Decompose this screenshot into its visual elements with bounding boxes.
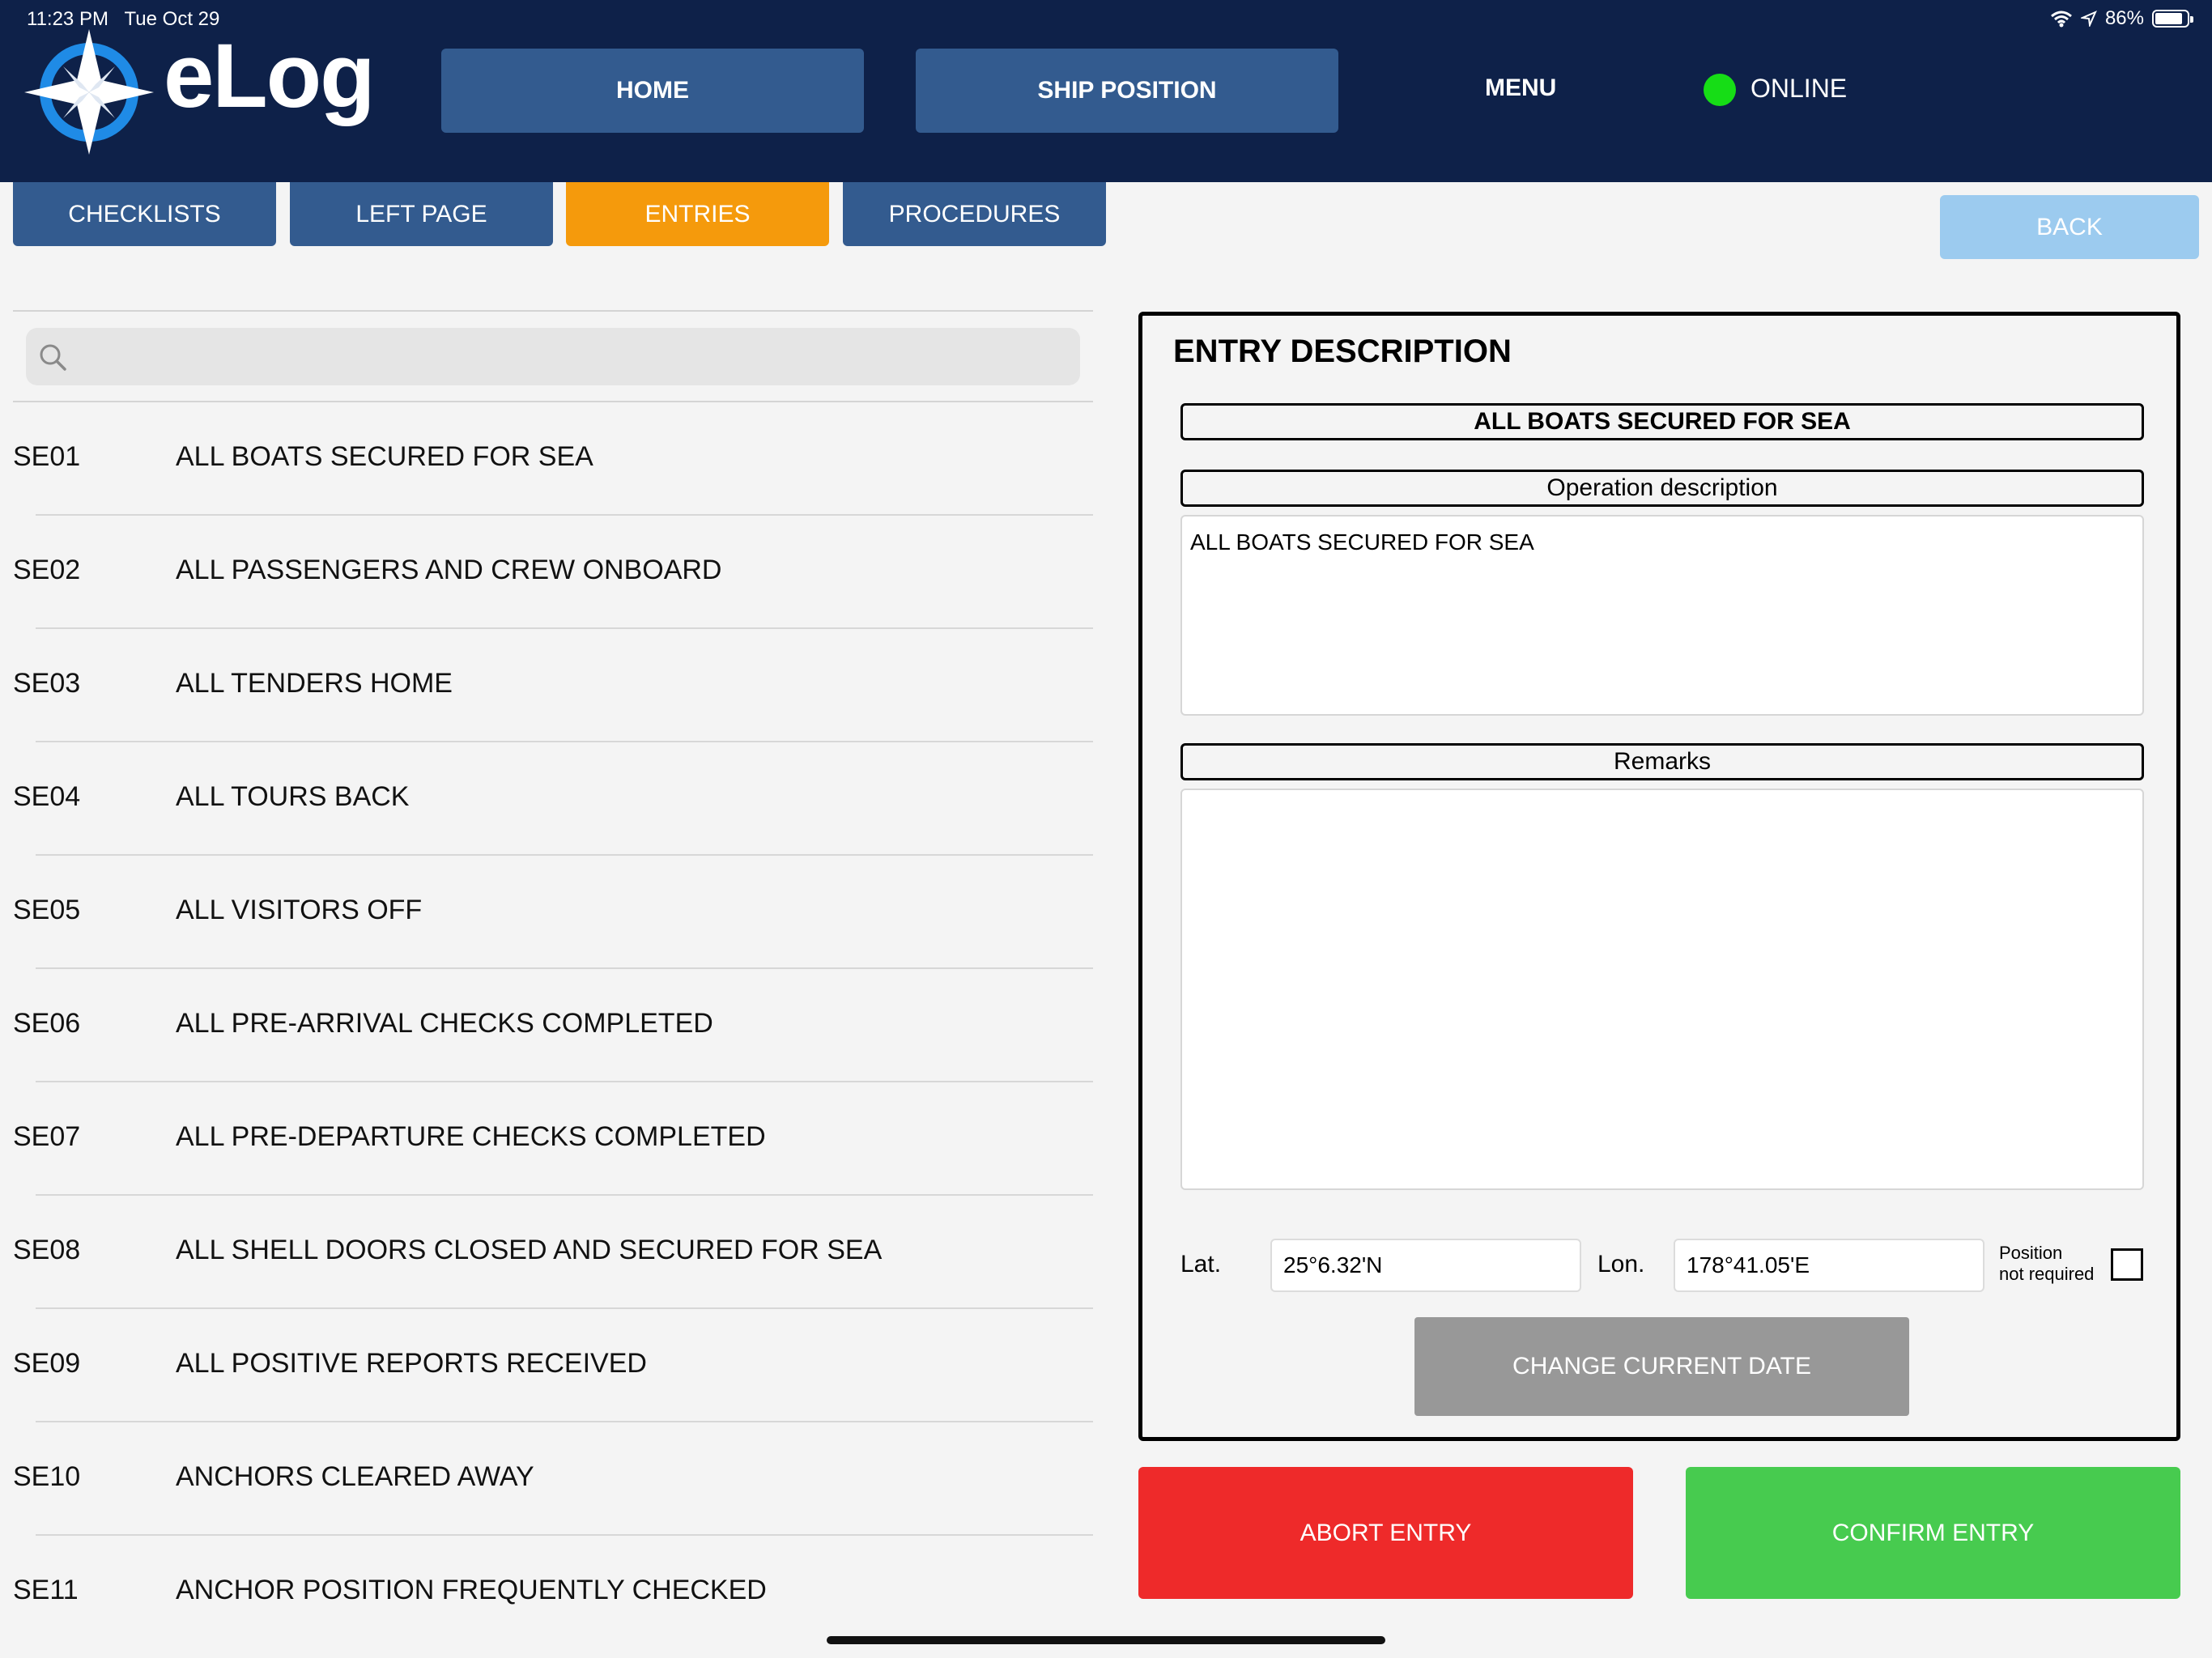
entry-code: SE09 — [13, 1348, 81, 1379]
tab-checklists[interactable]: CHECKLISTS — [13, 182, 276, 246]
tab-entries[interactable]: ENTRIES — [566, 182, 829, 246]
compass-logo-icon — [24, 29, 154, 155]
entry-code: SE01 — [13, 441, 81, 472]
entry-code: SE05 — [13, 895, 81, 925]
latitude-field[interactable]: 25°6.32'N — [1270, 1239, 1581, 1292]
tab-left-page[interactable]: LEFT PAGE — [290, 182, 553, 246]
position-not-required-label: Position not required — [1999, 1243, 2094, 1286]
entry-code: SE04 — [13, 781, 81, 812]
entry-title: ALL BOATS SECURED FOR SEA — [176, 441, 593, 472]
list-item[interactable]: SE09 ALL POSITIVE REPORTS RECEIVED — [0, 1309, 1093, 1422]
operation-description-field[interactable]: ALL BOATS SECURED FOR SEA — [1180, 515, 2144, 716]
position-label-line: not required — [1999, 1264, 2095, 1285]
list-item[interactable]: SE02 ALL PASSENGERS AND CREW ONBOARD — [0, 516, 1093, 629]
entry-title: ANCHORS CLEARED AWAY — [176, 1461, 534, 1492]
app-logo-text: eLog — [164, 25, 376, 126]
list-item[interactable]: SE04 ALL TOURS BACK — [0, 742, 1093, 856]
confirm-entry-button[interactable]: CONFIRM ENTRY — [1686, 1467, 2180, 1599]
back-button[interactable]: BACK — [1940, 195, 2199, 259]
battery-level — [2155, 13, 2182, 24]
menu-button[interactable]: MENU — [1485, 74, 1556, 102]
home-button[interactable]: HOME — [441, 49, 864, 133]
online-status-label: ONLINE — [1750, 74, 1848, 103]
list-item[interactable]: SE05 ALL VISITORS OFF — [0, 856, 1093, 969]
entry-code: SE07 — [13, 1121, 81, 1152]
entry-code: SE02 — [13, 555, 81, 585]
entry-code: SE11 — [13, 1575, 79, 1605]
list-item[interactable]: SE03 ALL TENDERS HOME — [0, 629, 1093, 742]
entry-title: ALL PASSENGERS AND CREW ONBOARD — [176, 555, 722, 585]
search-icon — [40, 344, 66, 371]
list-item[interactable]: SE10 ANCHORS CLEARED AWAY — [0, 1422, 1093, 1536]
status-time: 11:23 PM — [27, 8, 108, 30]
location-arrow-icon — [2080, 11, 2097, 27]
list-item[interactable]: SE07 ALL PRE-DEPARTURE CHECKS COMPLETED — [0, 1082, 1093, 1196]
longitude-field[interactable]: 178°41.05'E — [1674, 1239, 1984, 1292]
entry-title: ALL TOURS BACK — [176, 781, 410, 812]
home-indicator[interactable] — [827, 1636, 1385, 1644]
entry-title: ALL SHELL DOORS CLOSED AND SECURED FOR S… — [176, 1235, 883, 1265]
entry-title: ALL POSITIVE REPORTS RECEIVED — [176, 1348, 647, 1379]
entry-title: ALL TENDERS HOME — [176, 668, 453, 699]
change-current-date-button[interactable]: CHANGE CURRENT DATE — [1414, 1317, 1909, 1416]
position-not-required-checkbox[interactable] — [2111, 1248, 2143, 1281]
entry-list: SE01 ALL BOATS SECURED FOR SEA SE02 ALL … — [0, 402, 1093, 1649]
position-label-line: Position — [1999, 1243, 2063, 1263]
divider — [13, 310, 1093, 312]
entry-code: SE10 — [13, 1461, 81, 1492]
entry-code: SE08 — [13, 1235, 81, 1265]
entry-description-panel: ENTRY DESCRIPTION ALL BOATS SECURED FOR … — [1138, 312, 2180, 1441]
tab-procedures[interactable]: PROCEDURES — [843, 182, 1106, 246]
list-item[interactable]: SE08 ALL SHELL DOORS CLOSED AND SECURED … — [0, 1196, 1093, 1309]
list-item[interactable]: SE06 ALL PRE-ARRIVAL CHECKS COMPLETED — [0, 969, 1093, 1082]
panel-title: ENTRY DESCRIPTION — [1173, 334, 1512, 369]
status-bar-indicators: 86% — [2050, 7, 2193, 30]
longitude-label: Lon. — [1597, 1251, 1645, 1278]
entry-name-label: ALL BOATS SECURED FOR SEA — [1180, 403, 2144, 440]
wifi-icon — [2050, 11, 2072, 28]
list-item[interactable]: SE01 ALL BOATS SECURED FOR SEA — [0, 402, 1093, 516]
search-input[interactable] — [79, 328, 1070, 387]
latitude-label: Lat. — [1180, 1251, 1222, 1278]
remarks-field[interactable] — [1180, 789, 2144, 1190]
list-item[interactable]: SE11 ANCHOR POSITION FREQUENTLY CHECKED — [0, 1536, 1093, 1649]
entry-title: ALL PRE-ARRIVAL CHECKS COMPLETED — [176, 1008, 713, 1039]
search-bar[interactable] — [26, 328, 1080, 387]
ship-position-button[interactable]: SHIP POSITION — [916, 49, 1338, 133]
entry-title: ALL VISITORS OFF — [176, 895, 423, 925]
entry-title: ANCHOR POSITION FREQUENTLY CHECKED — [176, 1575, 767, 1605]
abort-entry-button[interactable]: ABORT ENTRY — [1138, 1467, 1633, 1599]
battery-percent: 86% — [2104, 7, 2144, 29]
entry-code: SE06 — [13, 1008, 81, 1039]
operation-description-label: Operation description — [1180, 470, 2144, 507]
online-status-icon — [1704, 74, 1736, 106]
entry-title: ALL PRE-DEPARTURE CHECKS COMPLETED — [176, 1121, 766, 1152]
entry-code: SE03 — [13, 668, 81, 699]
remarks-label: Remarks — [1180, 743, 2144, 780]
app-header: 11:23 PM Tue Oct 29 86% eLog HOME SHIP P… — [0, 0, 2212, 182]
battery-icon — [2152, 10, 2193, 28]
